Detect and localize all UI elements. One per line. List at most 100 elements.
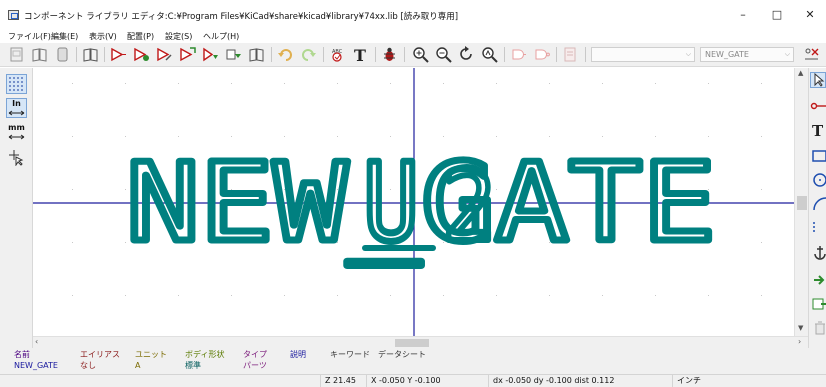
message-panel: 名前 NEW_GATE エイリアス なし ユニット A ボディ形状 標準 タイプ… — [0, 348, 826, 374]
status-bar: Z 21.45 X -0.050 Y -0.100 dx -0.050 dy -… — [0, 374, 826, 387]
component-select-value: NEW_GATE — [705, 50, 749, 59]
gate-export-icon[interactable] — [179, 46, 196, 63]
add-circle-icon[interactable] — [812, 172, 826, 188]
export-graphic-icon[interactable] — [812, 296, 826, 312]
right-text-glyph: T — [812, 122, 824, 138]
de-morgan-alt-icon[interactable] — [533, 46, 550, 63]
load-library-icon[interactable] — [82, 46, 99, 63]
field-unit: ユニット A — [135, 349, 167, 371]
status-cursor-position: X -0.050 Y -0.100 — [366, 375, 488, 387]
add-text-icon[interactable]: T — [811, 122, 826, 138]
field-body-style: ボディ形状 標準 — [185, 349, 224, 371]
field-body-style-label: ボディ形状 — [185, 350, 225, 359]
add-arc-icon[interactable] — [812, 196, 826, 212]
datasheet-icon[interactable] — [562, 46, 579, 63]
menu-settings[interactable]: 設定(S) — [165, 31, 192, 42]
de-morgan-normal-icon[interactable] — [510, 46, 527, 63]
gate-edit-icon[interactable] — [156, 46, 173, 63]
minimize-button[interactable]: – — [728, 6, 758, 24]
add-rectangle-icon[interactable] — [812, 148, 826, 164]
schematic-canvas: NEW_GATE U 2 — [33, 68, 794, 336]
scroll-up-icon[interactable]: ▲ — [798, 69, 803, 77]
component-unit-text[interactable]: 2 — [439, 147, 499, 267]
app-icon — [8, 10, 19, 20]
scroll-down-icon[interactable]: ▼ — [798, 324, 803, 332]
field-unit-value: A — [135, 361, 141, 370]
redo-icon[interactable] — [300, 46, 317, 63]
field-type-label: タイプ — [243, 350, 267, 359]
field-unit-label: ユニット — [135, 350, 167, 359]
inch-label: In — [12, 99, 21, 108]
grid-toggle[interactable] — [6, 74, 27, 94]
menu-help[interactable]: ヘルプ(H) — [203, 31, 239, 42]
horizontal-scrollbar[interactable]: ‹ › — [33, 336, 808, 348]
menu-place[interactable]: 配置(P) — [127, 31, 154, 42]
anchor-icon[interactable] — [812, 244, 826, 260]
vertical-scroll-thumb[interactable] — [797, 196, 807, 210]
status-delta: dx -0.050 dy -0.100 dist 0.112 — [488, 375, 672, 387]
menu-view[interactable]: 表示(V) — [89, 31, 117, 42]
scroll-left-icon[interactable]: ‹ — [35, 337, 38, 346]
pin-table-icon[interactable] — [803, 46, 820, 63]
field-datasheet: データシート — [378, 349, 426, 360]
add-pin-icon[interactable] — [810, 98, 826, 114]
export-component-icon[interactable] — [225, 46, 242, 63]
scroll-right-icon[interactable]: › — [798, 337, 801, 346]
window-title: コンポーネント ライブラリ エディタ:C:¥Program Files¥KiCa… — [24, 12, 459, 22]
inch-arrow-icon — [8, 110, 25, 116]
zoom-in-icon[interactable] — [412, 46, 429, 63]
import-component-icon[interactable] — [202, 46, 219, 63]
close-button[interactable]: ✕ — [795, 6, 825, 24]
grid-icon — [9, 77, 23, 91]
add-polyline-icon[interactable] — [812, 220, 826, 236]
vertical-scrollbar[interactable]: ▲ ▼ — [794, 68, 808, 336]
field-name-value: NEW_GATE — [14, 361, 58, 370]
main-toolbar: ABC T ⌵ NEW_GATE ⌵ — [0, 43, 826, 67]
menu-file[interactable]: ファイル(F) — [8, 31, 51, 42]
status-units: インチ — [672, 375, 772, 387]
field-alias-value: なし — [80, 361, 96, 370]
mm-units-toggle[interactable]: mm — [6, 123, 27, 143]
gate-add-icon[interactable] — [133, 46, 150, 63]
select-arrow-icon[interactable] — [810, 72, 826, 88]
zoom-out-icon[interactable] — [435, 46, 452, 63]
redraw-icon[interactable] — [458, 46, 475, 63]
mm-label: mm — [8, 123, 25, 132]
field-datasheet-label: データシート — [378, 350, 426, 359]
undo-icon[interactable] — [277, 46, 294, 63]
inch-units-toggle[interactable]: In — [6, 98, 27, 118]
status-zoom: Z 21.45 — [320, 375, 366, 387]
title-bar: コンポーネント ライブラリ エディタ:C:¥Program Files¥KiCa… — [0, 0, 826, 30]
field-name: 名前 NEW_GATE — [14, 349, 58, 371]
cursor-shape-icon[interactable] — [8, 149, 25, 166]
field-alias-label: エイリアス — [80, 350, 120, 359]
menu-edit[interactable]: 編集(E) — [51, 31, 78, 42]
maximize-button[interactable]: □ — [762, 6, 792, 24]
delete-icon[interactable] — [812, 320, 826, 336]
text-tool-icon[interactable]: T — [352, 46, 369, 63]
field-keywords: キーワード — [330, 349, 370, 360]
gate-icon[interactable] — [110, 46, 127, 63]
field-description-label: 説明 — [290, 350, 306, 359]
zoom-fit-icon[interactable] — [481, 46, 498, 63]
field-name-label: 名前 — [14, 350, 30, 359]
open-library-icon[interactable] — [248, 46, 265, 63]
save-library-icon[interactable] — [54, 46, 71, 63]
component-select[interactable]: NEW_GATE ⌵ — [700, 47, 794, 62]
field-alias: エイリアス なし — [80, 349, 120, 371]
field-type-value: パーツ — [243, 361, 267, 370]
mm-arrow-icon — [8, 134, 25, 140]
text-tool-glyph: T — [354, 46, 366, 63]
new-component-icon[interactable] — [8, 46, 25, 63]
field-keywords-label: キーワード — [330, 350, 370, 359]
menu-bar: ファイル(F) 編集(E) 表示(V) 配置(P) 設定(S) ヘルプ(H) — [0, 30, 826, 43]
spell-check-icon[interactable]: ABC — [329, 46, 346, 63]
unit-select[interactable]: ⌵ — [591, 47, 695, 62]
field-type: タイプ パーツ — [243, 349, 267, 371]
right-toolbar: T — [808, 68, 826, 348]
import-graphic-icon[interactable] — [812, 272, 826, 288]
horizontal-scroll-thumb[interactable] — [395, 339, 429, 347]
drawing-canvas[interactable]: NEW_GATE U 2 — [33, 68, 794, 336]
library-book-icon[interactable] — [31, 46, 48, 63]
bug-check-icon[interactable] — [381, 46, 398, 63]
